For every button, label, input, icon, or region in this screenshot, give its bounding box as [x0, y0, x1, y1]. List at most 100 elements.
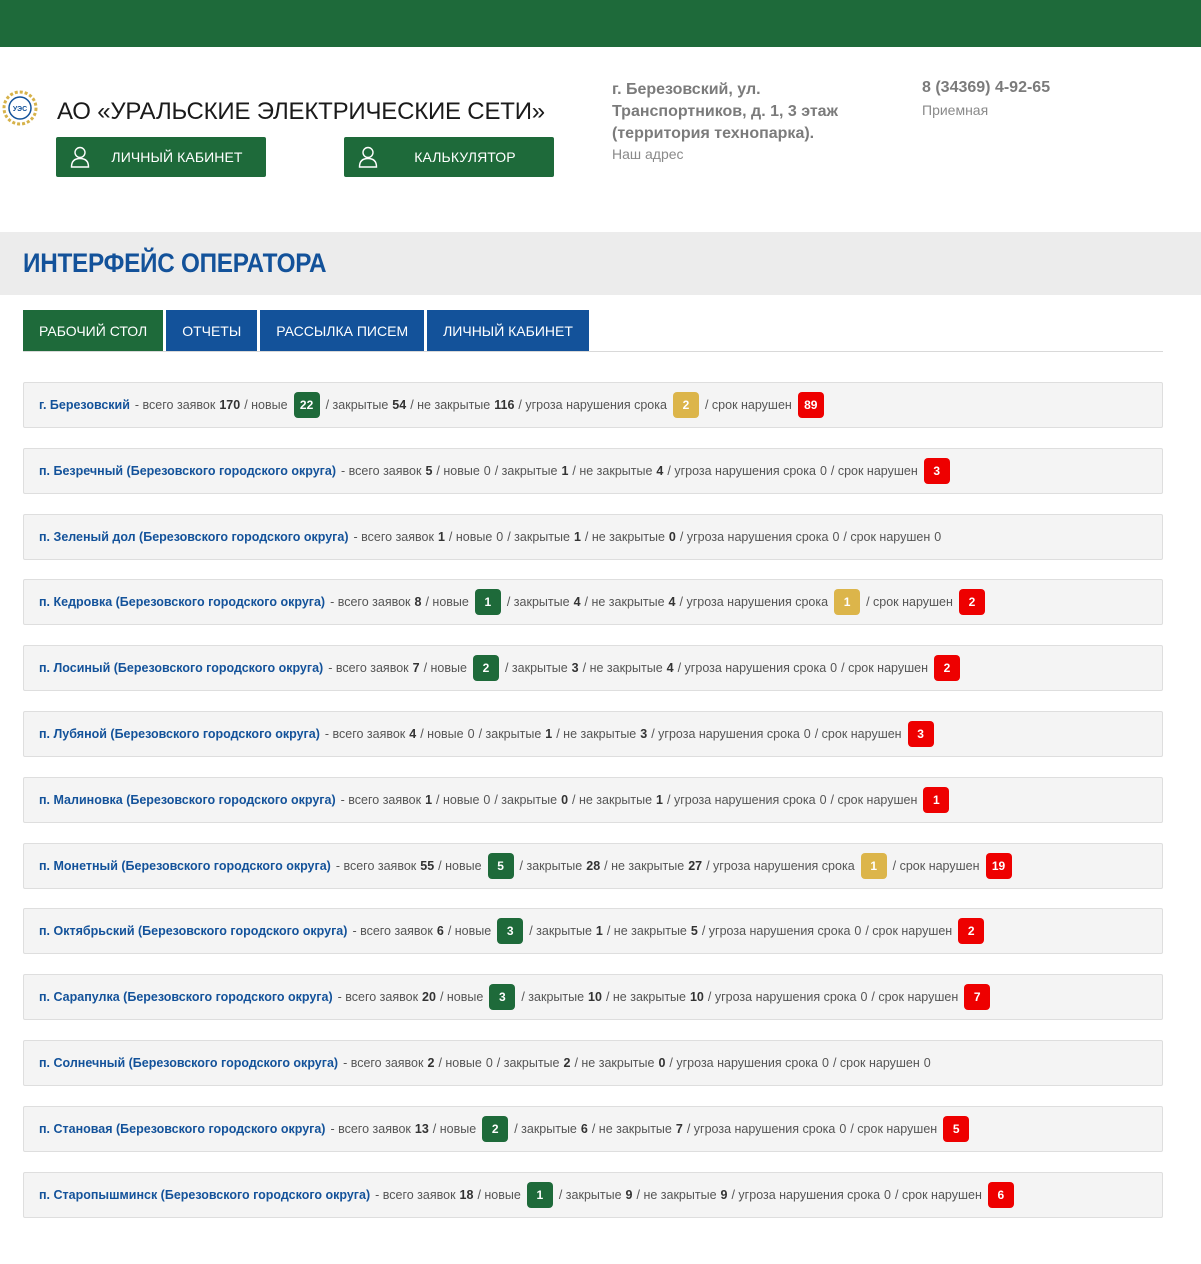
tab-desktop[interactable]: РАБОЧИЙ СТОЛ	[23, 310, 164, 352]
list-item[interactable]: п. Лосиный (Березовского городского окру…	[23, 645, 1163, 692]
logo-text: УЭС	[13, 106, 27, 113]
settlement-name[interactable]: п. Становая (Березовского городского окр…	[39, 1122, 325, 1136]
threat-count-badge[interactable]: 1	[860, 852, 887, 879]
list-item[interactable]: п. Старопышминск (Березовского городског…	[23, 1171, 1163, 1218]
new-label: / новые	[244, 398, 288, 412]
new-label: / новые	[436, 463, 480, 478]
settlement-name[interactable]: п. Лубяной (Березовского городского окру…	[39, 727, 320, 741]
threat-count-badge[interactable]: 1	[834, 589, 861, 616]
tab-mailing[interactable]: РАССЫЛКА ПИСЕМ	[260, 310, 425, 352]
total-count: 2	[427, 1055, 435, 1070]
not-closed-label: / не закрытые	[636, 1187, 717, 1202]
closed-label: / закрытые	[325, 398, 389, 412]
closed-count: 3	[571, 661, 579, 676]
list-item[interactable]: п. Малиновка (Березовского городского ок…	[23, 776, 1163, 823]
settlement-name[interactable]: п. Монетный (Березовского городского окр…	[39, 859, 331, 873]
not-closed-count: 27	[688, 858, 703, 873]
violated-count-badge[interactable]: 89	[797, 392, 824, 418]
list-item[interactable]: п. Кедровка (Березовского городского окр…	[23, 579, 1163, 626]
new-count-badge[interactable]: 1	[526, 1181, 553, 1208]
calculator-button[interactable]: КАЛЬКУЛЯТОР	[344, 137, 554, 177]
settlement-name[interactable]: п. Солнечный (Березовского городского ок…	[39, 1056, 338, 1070]
total-count: 8	[414, 595, 422, 610]
violated-count-badge[interactable]: 5	[943, 1115, 970, 1142]
settlement-name[interactable]: п. Зеленый дол (Березовского городского …	[39, 530, 349, 544]
list-item[interactable]: п. Сарапулка (Березовского городского ок…	[23, 974, 1163, 1021]
settlement-name[interactable]: п. Безречный (Березовского городского ок…	[39, 464, 336, 478]
closed-count: 6	[580, 1121, 588, 1136]
not-closed-label: / не закрытые	[582, 661, 663, 676]
total-label: - всего заявок	[341, 463, 422, 478]
violated-label: / срок нарушен	[830, 463, 918, 478]
new-count: 0	[483, 792, 491, 807]
total-count: 1	[425, 792, 433, 807]
violated-label: / срок нарушен	[865, 924, 953, 939]
settlement-name[interactable]: п. Кедровка (Березовского городского окр…	[39, 595, 325, 609]
list-item[interactable]: п. Безречный (Березовского городского ок…	[23, 447, 1163, 494]
violated-label: / срок нарушен	[850, 1121, 938, 1136]
violated-label: / срок нарушен	[841, 661, 928, 676]
threat-count: 0	[830, 661, 838, 676]
violated-count-badge[interactable]: 19	[985, 852, 1012, 879]
settlement-name[interactable]: п. Малиновка (Березовского городского ок…	[39, 793, 336, 807]
closed-count: 28	[586, 858, 601, 873]
settlement-name[interactable]: п. Сарапулка (Березовского городского ок…	[39, 990, 333, 1004]
settlement-name[interactable]: г. Березовский	[39, 398, 130, 412]
violated-count-badge[interactable]: 2	[933, 655, 960, 682]
list-item[interactable]: п. Октябрьский (Березовского городского …	[23, 908, 1163, 955]
new-label: / новые	[438, 1055, 482, 1070]
not-closed-count: 5	[690, 924, 698, 939]
new-count-badge[interactable]: 2	[472, 655, 499, 682]
new-label: / новые	[477, 1187, 521, 1202]
violated-count-badge[interactable]: 3	[907, 720, 934, 747]
personal-cabinet-button[interactable]: ЛИЧНЫЙ КАБИНЕТ	[56, 137, 266, 177]
list-item[interactable]: п. Солнечный (Березовского городского ок…	[23, 1039, 1163, 1086]
phone-number[interactable]: 8 (34369) 4-92-65	[922, 79, 1050, 97]
threat-count: 0	[819, 792, 827, 807]
closed-count: 9	[625, 1187, 633, 1202]
new-count: 0	[485, 1055, 493, 1070]
violated-count-badge[interactable]: 3	[923, 457, 950, 484]
settlement-name[interactable]: п. Лосиный (Березовского городского окру…	[39, 661, 323, 675]
violated-count-badge[interactable]: 2	[958, 589, 985, 616]
total-count: 20	[422, 990, 436, 1005]
threat-count: 0	[884, 1187, 891, 1202]
closed-label: / закрытые	[529, 924, 592, 939]
violated-count-badge[interactable]: 2	[958, 918, 985, 945]
new-label: / новые	[432, 1121, 477, 1136]
closed-count: 1	[595, 924, 603, 939]
threat-count-badge[interactable]: 2	[672, 392, 699, 418]
closed-label: / закрытые	[496, 1055, 560, 1070]
settlement-name[interactable]: п. Октябрьский (Березовского городского …	[39, 924, 347, 938]
violated-label: / срок нарушен	[866, 595, 953, 610]
not-closed-label: / не закрытые	[604, 858, 685, 873]
violated-count-badge[interactable]: 1	[923, 786, 950, 813]
personal-cabinet-button-label: ЛИЧНЫЙ КАБИНЕТ	[111, 149, 243, 165]
not-closed-label: / не закрытые	[584, 529, 665, 544]
tab-personal-cabinet[interactable]: ЛИЧНЫЙ КАБИНЕТ	[427, 310, 589, 352]
list-item[interactable]: п. Зеленый дол (Березовского городского …	[23, 513, 1163, 560]
not-closed-label: / не закрытые	[572, 463, 653, 478]
closed-label: / закрытые	[494, 463, 558, 478]
new-count-badge[interactable]: 1	[474, 589, 501, 616]
new-count-badge[interactable]: 5	[487, 852, 514, 879]
new-count-badge[interactable]: 2	[482, 1115, 509, 1142]
threat-label: / угроза нарушения срока	[679, 529, 829, 544]
total-label: - всего заявок	[335, 858, 417, 873]
tab-reports[interactable]: ОТЧЕТЫ	[166, 310, 258, 352]
new-count-badge[interactable]: 3	[489, 984, 516, 1011]
threat-count: 0	[819, 463, 827, 478]
violated-count: 0	[923, 1055, 931, 1070]
settlement-name[interactable]: п. Старопышминск (Березовского городског…	[39, 1188, 370, 1202]
new-count-badge[interactable]: 22	[293, 392, 320, 418]
threat-label: / угроза нарушения срока	[707, 990, 857, 1005]
violated-count-badge[interactable]: 6	[987, 1181, 1014, 1208]
list-item[interactable]: п. Монетный (Березовского городского окр…	[23, 842, 1163, 889]
list-item[interactable]: г. Березовский - всего заявок 170/ новые 22…	[23, 382, 1163, 428]
total-count: 5	[425, 463, 433, 478]
violated-count-badge[interactable]: 7	[964, 984, 991, 1011]
new-count-badge[interactable]: 3	[497, 918, 524, 945]
list-item[interactable]: п. Становая (Березовского городского окр…	[23, 1105, 1163, 1152]
closed-label: / закрытые	[494, 792, 558, 807]
list-item[interactable]: п. Лубяной (Березовского городского окру…	[23, 710, 1163, 757]
